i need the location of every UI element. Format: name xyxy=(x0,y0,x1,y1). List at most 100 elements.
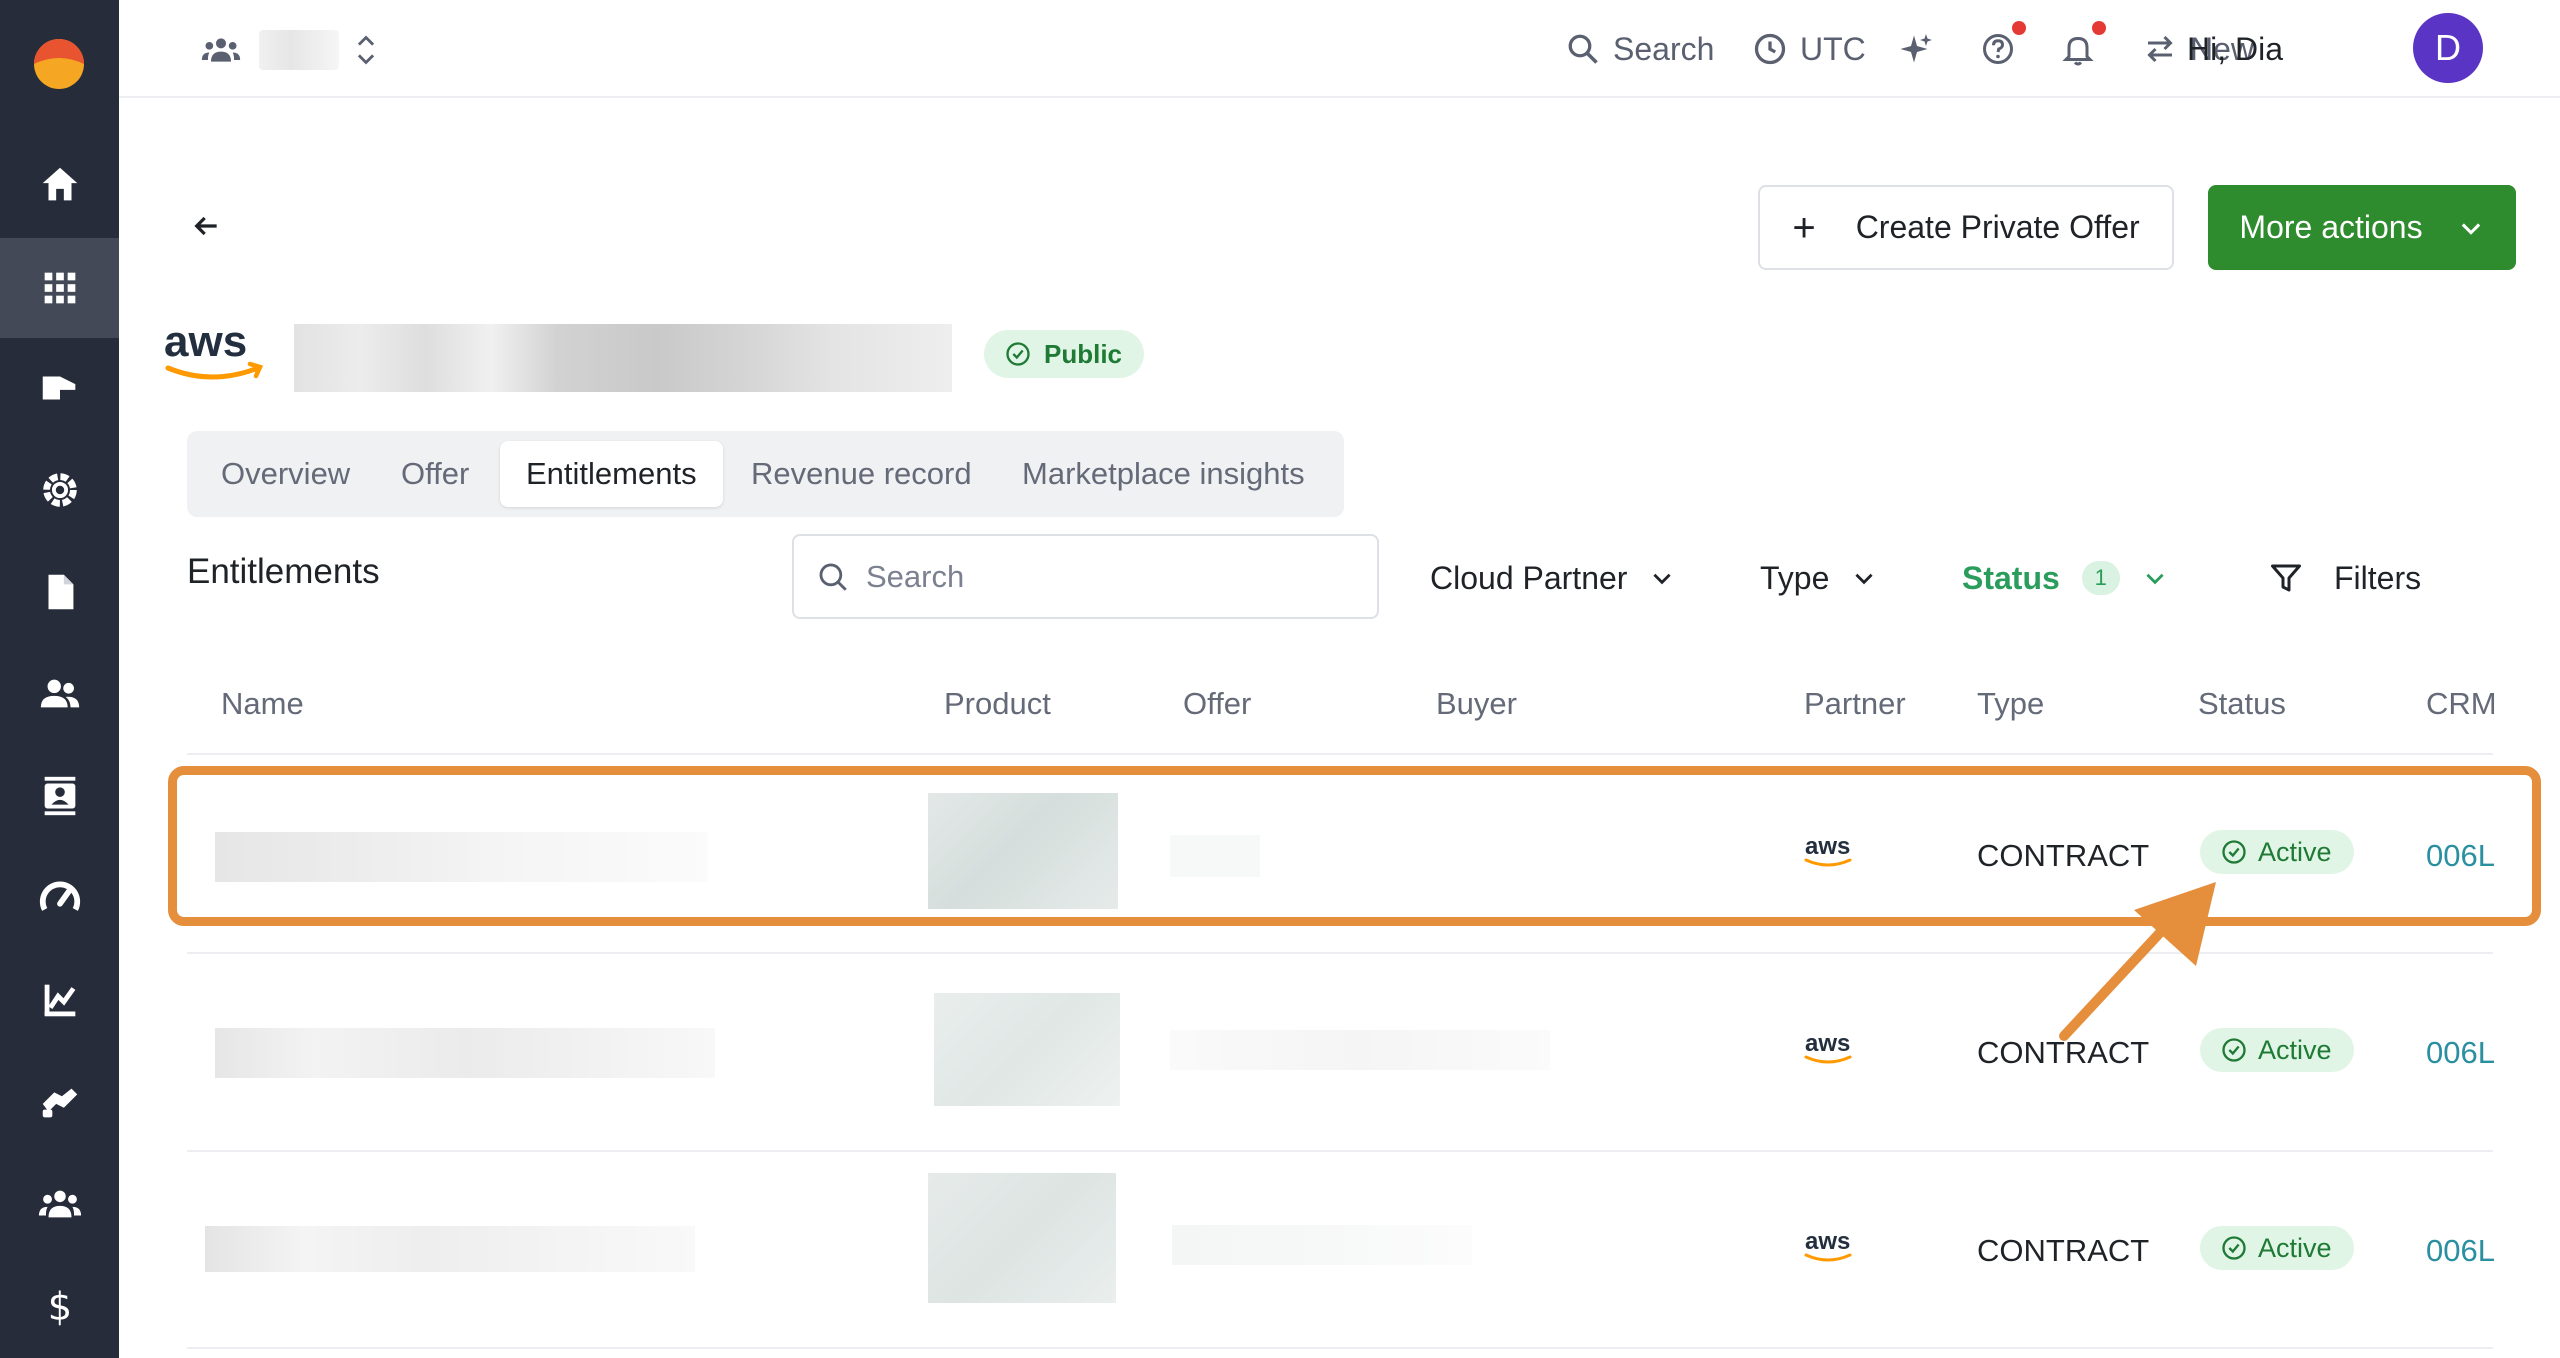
name-cell-redacted xyxy=(215,1028,715,1078)
offer-cell-redacted xyxy=(1170,835,1260,877)
product-cell-redacted xyxy=(934,993,1120,1106)
aws-partner-icon: aws xyxy=(1804,1031,1852,1064)
status-label: Active xyxy=(2258,1034,2332,1065)
search-icon xyxy=(1568,34,1598,64)
check-circle-icon xyxy=(2222,840,2246,864)
column-header-crm[interactable]: CRM xyxy=(2426,686,2497,722)
column-header-product[interactable]: Product xyxy=(944,686,1051,722)
timezone-label: UTC xyxy=(1800,30,1866,67)
chevron-up-down-icon xyxy=(357,35,375,65)
svg-text:aws: aws xyxy=(164,317,247,366)
aws-partner-icon: aws xyxy=(1804,1229,1852,1262)
tab-revenue-record[interactable]: Revenue record xyxy=(725,441,998,507)
crm-link[interactable]: 006L xyxy=(2426,838,2495,874)
search-input[interactable] xyxy=(866,558,1346,595)
nav-document-icon[interactable] xyxy=(0,542,119,642)
svg-text:$: $ xyxy=(47,1284,71,1329)
search-label: Search xyxy=(1613,30,1715,67)
column-header-name[interactable]: Name xyxy=(221,686,304,722)
type-filter[interactable]: Type xyxy=(1760,553,1877,603)
type-cell: CONTRACT xyxy=(1977,1233,2150,1268)
type-cell: CONTRACT xyxy=(1977,1035,2150,1070)
column-header-offer[interactable]: Offer xyxy=(1183,686,1251,722)
nav-deals-handshake-icon[interactable] xyxy=(0,1052,119,1152)
name-cell-redacted xyxy=(215,832,707,882)
nav-apps-grid-icon[interactable] xyxy=(0,238,119,338)
filters-label: Filters xyxy=(2334,559,2422,596)
search-icon xyxy=(819,563,847,591)
back-arrow-icon[interactable] xyxy=(190,210,222,242)
user-greeting: Hi, Dia xyxy=(2187,30,2284,67)
entitlements-search xyxy=(792,534,1379,619)
svg-text:aws: aws xyxy=(1805,834,1850,860)
status-badge: Active xyxy=(2200,1226,2354,1270)
tab-overview[interactable]: Overview xyxy=(195,441,376,507)
nav-team-icon[interactable] xyxy=(0,1154,119,1254)
org-name-redacted xyxy=(259,30,339,70)
nav-settings-gear-icon[interactable] xyxy=(0,440,119,540)
annotation-arrow-icon xyxy=(2059,882,2216,1041)
status-filter[interactable]: Status 1 xyxy=(1962,553,2168,603)
check-circle-icon xyxy=(2222,1236,2246,1260)
product-cell-redacted xyxy=(928,793,1118,909)
crm-link[interactable]: 006L xyxy=(2426,1233,2495,1269)
status-badge: Active xyxy=(2200,1028,2354,1072)
nav-dashboard-gauge-icon[interactable] xyxy=(0,848,119,948)
offer-cell-redacted xyxy=(1172,1225,1472,1265)
column-header-status[interactable]: Status xyxy=(2198,686,2286,722)
chevron-down-icon xyxy=(1653,573,1672,585)
check-circle-icon xyxy=(1006,342,1030,366)
cloud-partner-filter-label: Cloud Partner xyxy=(1430,559,1628,596)
type-filter-label: Type xyxy=(1760,559,1830,596)
cloud-partner-filter[interactable]: Cloud Partner xyxy=(1430,553,1675,603)
nav-listings-icon[interactable] xyxy=(0,338,119,438)
name-cell-redacted xyxy=(205,1226,695,1272)
status-badge: Public xyxy=(984,330,1145,378)
nav-contacts-icon[interactable] xyxy=(0,746,119,846)
status-badge-label: Public xyxy=(1044,338,1123,369)
status-filter-count: 1 xyxy=(2081,561,2120,595)
column-header-buyer[interactable]: Buyer xyxy=(1436,686,1517,722)
table-header-divider xyxy=(187,753,2493,755)
nav-home-icon[interactable] xyxy=(0,135,119,235)
product-cell-redacted xyxy=(928,1173,1116,1303)
help-icon xyxy=(1983,34,2013,64)
aws-logo: aws xyxy=(164,317,264,380)
plus-icon: + xyxy=(1792,205,1816,250)
top-bar: Search UTC New Hi, Dia D xyxy=(119,0,2560,98)
aws-partner-icon: aws xyxy=(1804,834,1852,867)
switch-arrows-icon xyxy=(2147,35,2173,63)
more-actions-button[interactable]: More actions xyxy=(2208,185,2516,270)
global-search-button[interactable]: Search xyxy=(1565,22,1714,76)
crm-link[interactable]: 006L xyxy=(2426,1035,2495,1071)
section-title: Entitlements xyxy=(187,552,380,591)
status-filter-label: Status xyxy=(1962,559,2060,596)
timezone-button[interactable]: UTC xyxy=(1752,22,1866,76)
avatar[interactable]: D xyxy=(2413,13,2483,83)
org-switcher[interactable] xyxy=(201,27,377,73)
create-private-offer-button[interactable]: + Create Private Offer xyxy=(1758,185,2174,270)
chevron-down-icon xyxy=(2461,222,2480,235)
filters-button[interactable]: Filters xyxy=(2268,553,2421,603)
chevron-down-icon xyxy=(1855,573,1873,585)
sidebar: $ xyxy=(0,0,119,1358)
svg-text:aws: aws xyxy=(1805,1031,1850,1057)
ai-assistant-button[interactable] xyxy=(1899,22,1947,76)
tab-marketplace-insights[interactable]: Marketplace insights xyxy=(996,441,1331,507)
team-icon xyxy=(201,38,241,62)
tab-offer[interactable]: Offer xyxy=(375,441,495,507)
bell-icon xyxy=(2062,36,2094,66)
column-header-type[interactable]: Type xyxy=(1977,686,2044,722)
column-header-partner[interactable]: Partner xyxy=(1804,686,1906,722)
nav-analytics-icon[interactable] xyxy=(0,950,119,1050)
funnel-icon xyxy=(2271,564,2301,592)
type-cell: CONTRACT xyxy=(1977,838,2150,873)
nav-billing-dollar-icon[interactable]: $ xyxy=(0,1256,119,1356)
tab-entitlements[interactable]: Entitlements xyxy=(500,441,723,507)
help-notification-dot xyxy=(2012,21,2026,35)
more-actions-label: More actions xyxy=(2239,209,2423,245)
nav-users-icon[interactable] xyxy=(0,644,119,744)
row-divider xyxy=(187,1150,2493,1152)
chevron-down-icon xyxy=(2146,573,2164,585)
app-logo-icon[interactable] xyxy=(33,38,85,90)
